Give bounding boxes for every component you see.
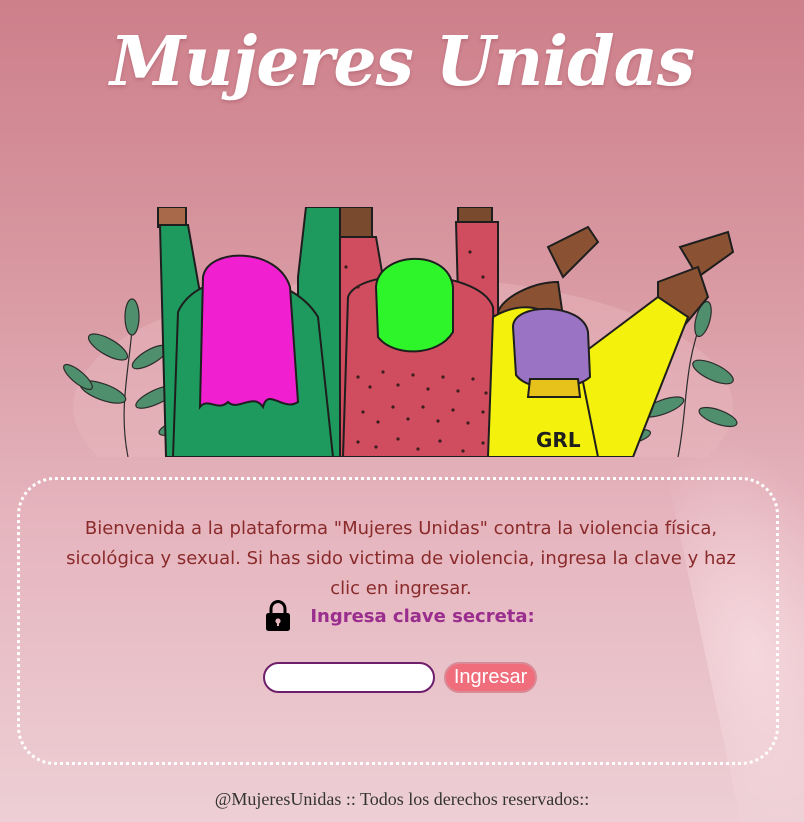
footer-copyright: @MujeresUnidas :: Todos los derechos res… <box>214 789 590 809</box>
site-title: Mujeres Unidas <box>109 22 695 102</box>
login-card: Bienvenida a la plataforma "Mujeres Unid… <box>17 477 779 765</box>
lock-icon <box>265 599 291 632</box>
secret-key-input[interactable] <box>262 662 435 693</box>
secret-key-label: Ingresa clave secreta: <box>310 605 535 627</box>
welcome-message: Bienvenida a la plataforma "Mujeres Unid… <box>66 518 736 599</box>
submit-button[interactable]: Ingresar <box>443 662 538 693</box>
hero-shirt-text: GRL <box>536 428 581 452</box>
login-form: Ingresar <box>20 662 780 696</box>
hero-illustration: GRL <box>58 207 746 457</box>
secret-key-label-row: Ingresa clave secreta: <box>20 599 780 634</box>
